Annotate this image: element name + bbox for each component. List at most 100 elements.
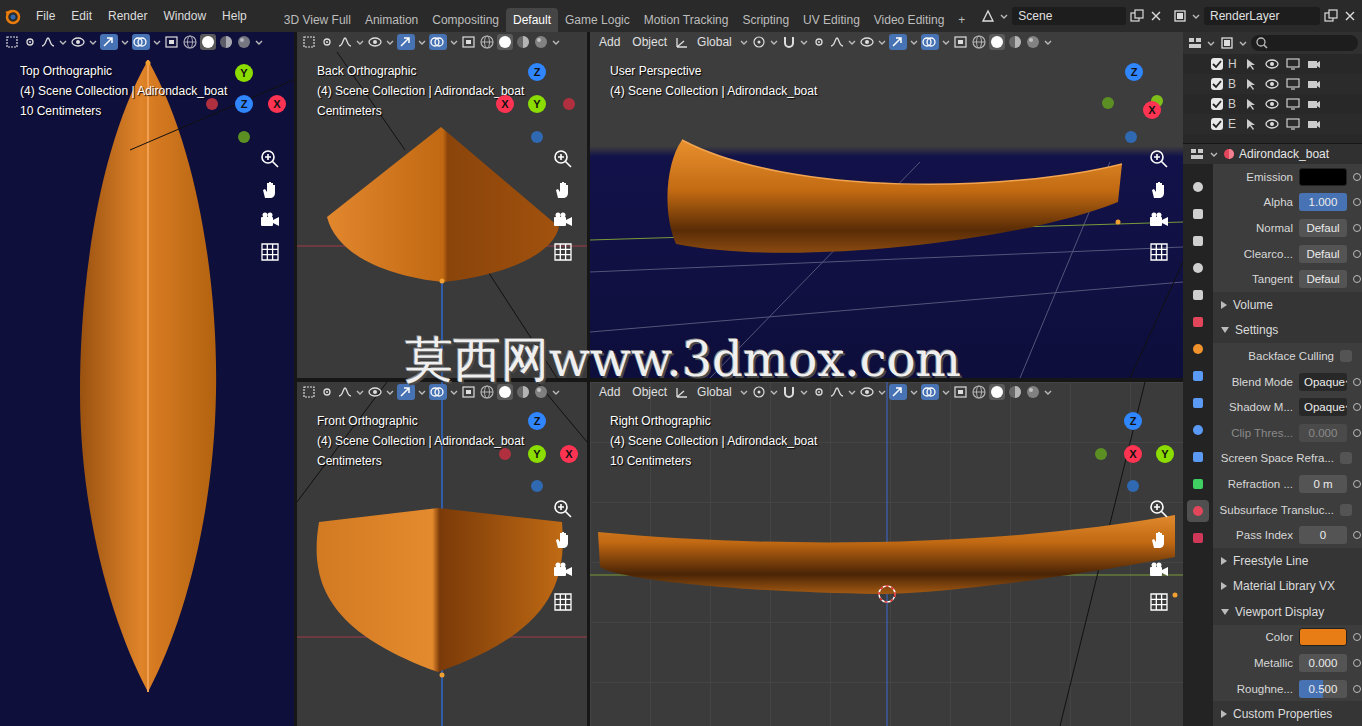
scene-icon[interactable] xyxy=(980,8,996,24)
axis-handle[interactable]: Z xyxy=(1124,412,1142,430)
shading-icon[interactable] xyxy=(218,34,234,50)
dropdown-field[interactable]: Opaque xyxy=(1299,398,1347,416)
dropdown-icon[interactable] xyxy=(449,387,459,397)
keyframe-dot[interactable] xyxy=(1353,480,1361,488)
keyframe-dot[interactable] xyxy=(1353,275,1361,283)
panel-header[interactable]: Settings xyxy=(1213,318,1362,344)
menu-item[interactable]: Help xyxy=(214,7,255,25)
render-camera-icon[interactable] xyxy=(1306,76,1322,92)
dropdown-icon[interactable] xyxy=(847,37,857,47)
dropdown-icon[interactable] xyxy=(1238,38,1248,48)
navigation-gizmo[interactable]: XZ xyxy=(1083,54,1183,154)
camera-icon[interactable] xyxy=(1147,559,1171,583)
dropdown-icon[interactable] xyxy=(1191,11,1201,21)
scene-field[interactable]: Scene xyxy=(1012,7,1126,25)
shading-icon[interactable] xyxy=(989,384,1005,400)
grid-icon[interactable] xyxy=(1147,240,1171,264)
shading-icon[interactable] xyxy=(533,34,549,50)
axis-handle[interactable]: Y xyxy=(528,95,546,113)
dropdown-icon[interactable] xyxy=(941,37,951,47)
editor-type-icon[interactable] xyxy=(1187,35,1203,51)
shading-icon[interactable] xyxy=(497,384,513,400)
outliner-search[interactable] xyxy=(1251,35,1358,51)
dropdown-icon[interactable] xyxy=(385,37,395,47)
workspace-tab[interactable]: 3D View Full xyxy=(277,8,358,32)
axis-dot[interactable] xyxy=(531,131,543,143)
scene-drawing[interactable] xyxy=(590,32,1183,378)
camera-icon[interactable] xyxy=(551,209,575,233)
shading-icon[interactable] xyxy=(1007,34,1023,50)
axis-handle[interactable]: X xyxy=(1143,101,1161,119)
property-tab[interactable] xyxy=(1187,230,1209,252)
menu-item[interactable]: Window xyxy=(155,7,214,25)
dropdown-icon[interactable] xyxy=(355,387,365,397)
hand-icon[interactable] xyxy=(1147,178,1171,202)
select-mode-icon[interactable] xyxy=(301,384,317,400)
viewport[interactable]: AddObjectGlobalUser Perspective(4) Scene… xyxy=(590,32,1183,378)
proportional-edit-icon[interactable] xyxy=(811,384,827,400)
axis-handle[interactable]: Z xyxy=(528,63,546,81)
copy-icon[interactable] xyxy=(1323,8,1339,24)
visibility-icon[interactable] xyxy=(859,384,875,400)
dropdown-icon[interactable] xyxy=(1043,387,1053,397)
workspace-tab[interactable]: Animation xyxy=(358,8,425,32)
dropdown-icon[interactable] xyxy=(877,387,887,397)
keyframe-dot[interactable] xyxy=(1353,250,1361,258)
falloff-icon[interactable] xyxy=(337,34,353,50)
zoom-icon[interactable] xyxy=(258,147,282,171)
dropdown-icon[interactable] xyxy=(254,37,264,47)
outliner-row[interactable]: B xyxy=(1183,94,1362,114)
select-mode-icon[interactable] xyxy=(4,34,20,50)
grid-icon[interactable] xyxy=(551,590,575,614)
dropdown-icon[interactable] xyxy=(88,37,98,47)
axis-handle[interactable]: X xyxy=(268,95,286,113)
navigation-gizmo[interactable]: YZX xyxy=(487,404,587,504)
viewport[interactable]: AddObjectGlobalRight Orthographic(4) Sce… xyxy=(590,382,1183,726)
property-tab[interactable] xyxy=(1187,176,1209,198)
dropdown-icon[interactable] xyxy=(739,37,749,47)
shading-icon[interactable] xyxy=(989,34,1005,50)
pivot-icon[interactable] xyxy=(751,384,767,400)
display-mode-icon[interactable] xyxy=(1219,35,1235,51)
orientation-dropdown[interactable]: Global xyxy=(692,33,737,51)
select-icon[interactable] xyxy=(1243,76,1259,92)
shading-icon[interactable] xyxy=(497,34,513,50)
panel-header[interactable]: Freestyle Line xyxy=(1213,548,1362,574)
falloff-icon[interactable] xyxy=(337,384,353,400)
dropdown-icon[interactable] xyxy=(355,37,365,47)
dropdown-icon[interactable] xyxy=(417,37,427,47)
axis-handle[interactable]: Y xyxy=(1156,445,1174,463)
dropdown-icon[interactable] xyxy=(551,37,561,47)
layer-icon[interactable] xyxy=(1172,8,1188,24)
keyframe-dot[interactable] xyxy=(1353,173,1361,181)
xray-icon[interactable] xyxy=(461,384,477,400)
dropdown-icon[interactable] xyxy=(1206,38,1216,48)
shading-icon[interactable] xyxy=(1025,384,1041,400)
navigation-gizmo[interactable]: XZY xyxy=(1083,404,1183,504)
scene-drawing[interactable] xyxy=(590,382,1183,726)
overlay-toggle-icon[interactable] xyxy=(921,34,939,50)
expand-icon[interactable] xyxy=(1221,710,1227,718)
dropdown-icon[interactable] xyxy=(120,37,130,47)
dropdown-icon[interactable] xyxy=(551,387,561,397)
shading-icon[interactable] xyxy=(515,34,531,50)
axis-dot[interactable] xyxy=(238,131,250,143)
visibility-icon[interactable] xyxy=(367,34,383,50)
hand-icon[interactable] xyxy=(258,178,282,202)
dropdown-icon[interactable] xyxy=(769,37,779,47)
shading-icon[interactable] xyxy=(479,384,495,400)
proportional-edit-icon[interactable] xyxy=(811,34,827,50)
dropdown-icon[interactable] xyxy=(941,387,951,397)
axis-handle[interactable]: X xyxy=(560,445,578,463)
axis-handle[interactable]: Z xyxy=(235,95,253,113)
xray-icon[interactable] xyxy=(461,34,477,50)
zoom-icon[interactable] xyxy=(1147,147,1171,171)
collection-checkbox[interactable] xyxy=(1211,98,1223,110)
shading-icon[interactable] xyxy=(515,384,531,400)
orientation-dropdown[interactable]: Global xyxy=(692,383,737,401)
select-icon[interactable] xyxy=(1243,56,1259,72)
gizmo-toggle-icon[interactable] xyxy=(100,34,118,50)
eye-icon[interactable] xyxy=(1264,116,1280,132)
dropdown-icon[interactable] xyxy=(909,387,919,397)
axis-dot[interactable] xyxy=(499,448,511,460)
